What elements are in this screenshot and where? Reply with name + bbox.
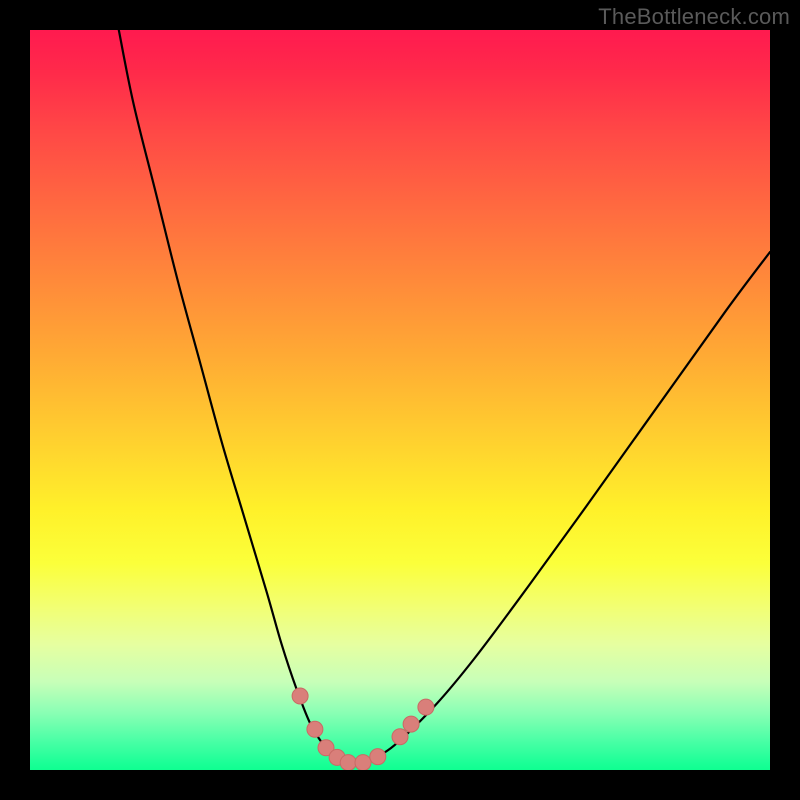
bottleneck-curve xyxy=(119,30,770,763)
plot-area xyxy=(30,30,770,770)
curve-marker xyxy=(418,699,434,715)
curve-marker xyxy=(403,716,419,732)
curve-marker xyxy=(370,749,386,765)
curve-marker xyxy=(292,688,308,704)
curve-layer xyxy=(30,30,770,770)
curve-markers xyxy=(292,688,434,770)
curve-marker xyxy=(307,721,323,737)
watermark-text: TheBottleneck.com xyxy=(598,4,790,30)
curve-marker xyxy=(392,729,408,745)
curve-marker xyxy=(340,755,356,770)
chart-frame: TheBottleneck.com xyxy=(0,0,800,800)
curve-marker xyxy=(355,755,371,770)
